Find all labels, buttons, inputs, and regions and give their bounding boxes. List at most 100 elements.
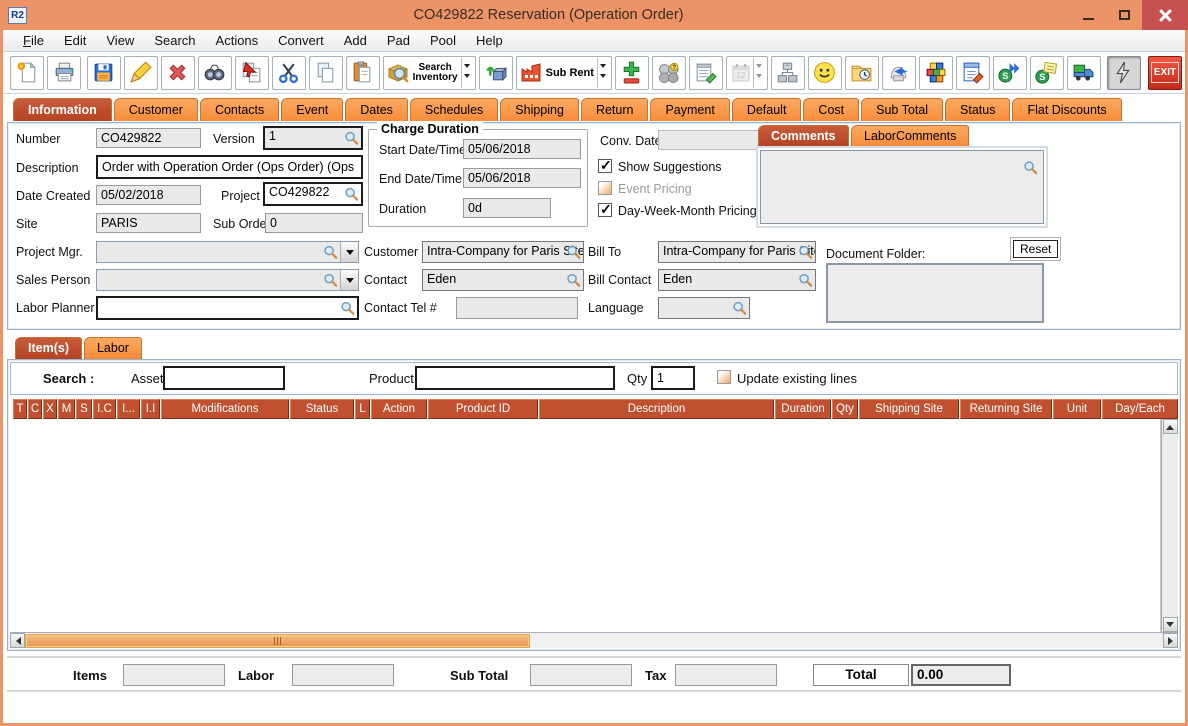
qty-input[interactable] — [651, 366, 695, 390]
language-field[interactable] — [658, 297, 750, 319]
language-search-icon[interactable] — [732, 301, 747, 316]
labor-planner-search-icon[interactable] — [340, 301, 355, 316]
tab-information[interactable]: Information — [13, 98, 112, 121]
menu-view[interactable]: View — [96, 33, 144, 48]
bill-to-field[interactable]: Intra-Company for Paris Site — [658, 241, 816, 263]
col-ii[interactable]: I.I — [141, 399, 160, 419]
sub-rent-dropdown-icon[interactable] — [596, 57, 609, 88]
version-search-icon[interactable] — [344, 131, 359, 146]
labor-planner-field[interactable] — [96, 296, 359, 320]
tab-event[interactable]: Event — [281, 98, 344, 121]
menu-convert[interactable]: Convert — [268, 33, 334, 48]
project-mgr-search-icon[interactable] — [323, 245, 338, 260]
col-modifications[interactable]: Modifications — [161, 399, 289, 419]
convert-button[interactable] — [478, 55, 513, 90]
lightning-button[interactable] — [1106, 55, 1141, 90]
tab-dates[interactable]: Dates — [345, 98, 408, 121]
tab-labor-comments[interactable]: LaborComments — [851, 125, 970, 146]
scroll-right-button[interactable] — [1163, 633, 1178, 648]
save-button[interactable] — [86, 55, 121, 90]
notes-s-button[interactable]: S — [1029, 55, 1064, 90]
col-t[interactable]: T — [13, 399, 27, 419]
tab-schedules[interactable]: Schedules — [409, 98, 499, 121]
product-input[interactable] — [415, 366, 615, 390]
forward-s-button[interactable]: S — [992, 55, 1027, 90]
scroll-left-button[interactable] — [10, 633, 25, 648]
delete-button[interactable] — [160, 55, 195, 90]
col-qty[interactable]: Qty — [832, 399, 858, 419]
customer-search-icon[interactable] — [566, 245, 581, 260]
tab-comments[interactable]: Comments — [758, 125, 849, 146]
comments-textarea[interactable] — [760, 150, 1044, 224]
tab-cost[interactable]: Cost — [803, 98, 860, 121]
tab-status[interactable]: Status — [945, 98, 1011, 121]
col-c[interactable]: C — [28, 399, 42, 419]
col-l[interactable]: L — [355, 399, 370, 419]
shipping-truck-button[interactable] — [1066, 55, 1101, 90]
pool-button[interactable]: ? — [651, 55, 686, 90]
tab-customer[interactable]: Customer — [113, 98, 198, 121]
col-action[interactable]: Action — [371, 399, 427, 419]
tab-sub-total[interactable]: Sub Total — [861, 98, 944, 121]
tab-contacts[interactable]: Contacts — [199, 98, 280, 121]
col-idots[interactable]: I... — [117, 399, 140, 419]
tab-payment[interactable]: Payment — [650, 98, 730, 121]
bill-contact-search-icon[interactable] — [798, 273, 813, 288]
blocks-button[interactable] — [918, 55, 953, 90]
bill-to-search-icon[interactable] — [798, 245, 813, 260]
scroll-up-button[interactable] — [1162, 419, 1178, 434]
project-mgr-dropdown-icon[interactable] — [340, 242, 358, 262]
project-field[interactable]: CO429822 — [263, 182, 363, 206]
copy-to-button[interactable] — [234, 55, 269, 90]
col-s[interactable]: S — [76, 399, 92, 419]
send-key-button[interactable] — [881, 55, 916, 90]
col-shipping-site[interactable]: Shipping Site — [859, 399, 959, 419]
tab-return[interactable]: Return — [580, 98, 649, 121]
search-inventory-button[interactable]: Search Inventory — [382, 55, 476, 90]
col-returning-site[interactable]: Returning Site — [960, 399, 1052, 419]
horizontal-scrollbar[interactable] — [10, 632, 1178, 648]
menu-pool[interactable]: Pool — [420, 33, 466, 48]
menu-add[interactable]: Add — [334, 33, 377, 48]
tab-items[interactable]: Item(s) — [15, 337, 82, 359]
contact-search-icon[interactable] — [566, 273, 581, 288]
menu-pad[interactable]: Pad — [377, 33, 420, 48]
edit-button[interactable] — [123, 55, 158, 90]
tab-default[interactable]: Default — [731, 98, 802, 121]
description-input[interactable] — [96, 155, 363, 179]
find-button[interactable] — [197, 55, 232, 90]
menu-help[interactable]: Help — [466, 33, 513, 48]
col-x[interactable]: X — [43, 399, 57, 419]
col-status[interactable]: Status — [290, 399, 354, 419]
col-m[interactable]: M — [58, 399, 75, 419]
col-description[interactable]: Description — [539, 399, 774, 419]
col-duration[interactable]: Duration — [775, 399, 831, 419]
org-chart-button[interactable] — [770, 55, 805, 90]
folder-history-button[interactable] — [844, 55, 879, 90]
horizontal-scroll-thumb[interactable] — [25, 633, 530, 648]
vertical-scrollbar[interactable] — [1161, 419, 1178, 632]
tab-flat-discounts[interactable]: Flat Discounts — [1012, 98, 1122, 121]
notes-button[interactable] — [688, 55, 723, 90]
edit-document-button[interactable] — [955, 55, 990, 90]
asset-input[interactable] — [163, 366, 285, 390]
print-button[interactable] — [47, 55, 81, 90]
sales-person-dropdown-icon[interactable] — [340, 270, 358, 290]
grid-body[interactable] — [10, 419, 1161, 632]
project-search-icon[interactable] — [344, 187, 359, 202]
comments-search-icon[interactable] — [1023, 160, 1038, 175]
col-day-each[interactable]: Day/Each — [1102, 399, 1178, 419]
version-field[interactable]: 1 — [263, 126, 363, 150]
project-mgr-combo[interactable] — [96, 241, 359, 263]
scroll-down-button[interactable] — [1162, 617, 1178, 632]
cut-button[interactable] — [271, 55, 306, 90]
smiley-button[interactable] — [807, 55, 842, 90]
menu-actions[interactable]: Actions — [206, 33, 269, 48]
bill-contact-field[interactable]: Eden — [658, 269, 816, 291]
sales-person-combo[interactable] — [96, 269, 359, 291]
update-existing-lines-checkbox[interactable] — [717, 370, 731, 384]
day-week-month-pricing-checkbox[interactable] — [598, 201, 612, 218]
customer-field[interactable]: Intra-Company for Paris Site — [422, 241, 584, 263]
menu-edit[interactable]: Edit — [54, 33, 96, 48]
exit-button[interactable]: EXIT — [1148, 55, 1182, 90]
